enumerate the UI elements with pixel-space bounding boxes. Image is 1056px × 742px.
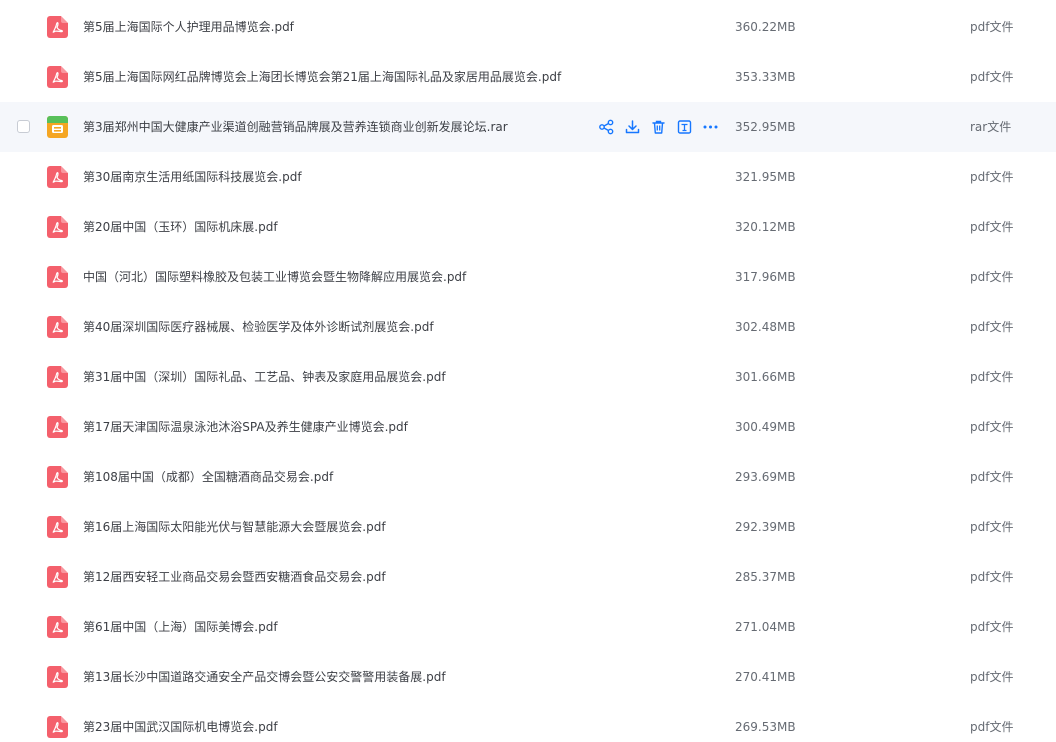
file-type: pdf文件 (970, 520, 1014, 534)
pdf-icon (47, 616, 68, 638)
file-size: 352.95MB (735, 120, 796, 134)
pdf-icon (47, 666, 68, 688)
rar-icon (47, 116, 68, 138)
pdf-icon (47, 466, 68, 488)
file-type: pdf文件 (970, 220, 1014, 234)
pdf-icon (47, 716, 68, 738)
file-list: 第5届上海国际个人护理用品博览会.pdf 360.22MB pdf文件 第5届上海国… (0, 0, 1056, 742)
file-name[interactable]: 第31届中国（深圳）国际礼品、工艺品、钟表及家庭用品展览会.pdf (83, 352, 446, 402)
file-type: rar文件 (970, 120, 1012, 134)
pdf-icon (47, 266, 68, 288)
file-type: pdf文件 (970, 170, 1014, 184)
file-size: 292.39MB (735, 520, 796, 534)
file-row[interactable]: 第5届上海国际网红品牌博览会上海团长博览会第21届上海国际礼品及家居用品展览会.… (0, 52, 1056, 102)
preview-icon[interactable] (676, 119, 693, 135)
file-type: pdf文件 (970, 670, 1014, 684)
file-size: 302.48MB (735, 320, 796, 334)
file-row[interactable]: 第3届郑州中国大健康产业渠道创融营销品牌展及营养连锁商业创新发展论坛.rar 35… (0, 102, 1056, 152)
file-name[interactable]: 第5届上海国际网红品牌博览会上海团长博览会第21届上海国际礼品及家居用品展览会.… (83, 52, 561, 102)
file-size: 293.69MB (735, 470, 796, 484)
file-row[interactable]: 第13届长沙中国道路交通安全产品交博会暨公安交警警用装备展.pdf 270.41M… (0, 652, 1056, 702)
row-checkbox[interactable] (17, 120, 30, 133)
file-size: 320.12MB (735, 220, 796, 234)
pdf-icon (47, 16, 68, 38)
pdf-icon (47, 366, 68, 388)
pdf-icon (47, 216, 68, 238)
file-type: pdf文件 (970, 70, 1014, 84)
pdf-icon (47, 516, 68, 538)
file-name[interactable]: 第16届上海国际太阳能光伏与智慧能源大会暨展览会.pdf (83, 502, 386, 552)
more-icon[interactable] (702, 119, 719, 135)
download-icon[interactable] (624, 119, 641, 135)
file-name[interactable]: 第20届中国（玉环）国际机床展.pdf (83, 202, 278, 252)
file-type: pdf文件 (970, 20, 1014, 34)
file-row[interactable]: 第61届中国（上海）国际美博会.pdf 271.04MB pdf文件 (0, 602, 1056, 652)
file-type: pdf文件 (970, 620, 1014, 634)
file-row[interactable]: 第12届西安轻工业商品交易会暨西安糖酒食品交易会.pdf 285.37MB pdf文… (0, 552, 1056, 602)
pdf-icon (47, 66, 68, 88)
file-size: 353.33MB (735, 70, 796, 84)
file-row[interactable]: 第17届天津国际温泉泳池沐浴SPA及养生健康产业博览会.pdf 300.49MB p… (0, 402, 1056, 452)
file-row[interactable]: 中国（河北）国际塑料橡胶及包装工业博览会暨生物降解应用展览会.pdf 317.96… (0, 252, 1056, 302)
file-name[interactable]: 第108届中国（成都）全国糖酒商品交易会.pdf (83, 452, 333, 502)
file-size: 300.49MB (735, 420, 796, 434)
file-size: 321.95MB (735, 170, 796, 184)
file-name[interactable]: 第12届西安轻工业商品交易会暨西安糖酒食品交易会.pdf (83, 552, 386, 602)
file-row[interactable]: 第20届中国（玉环）国际机床展.pdf 320.12MB pdf文件 (0, 202, 1056, 252)
file-size: 317.96MB (735, 270, 796, 284)
file-row[interactable]: 第5届上海国际个人护理用品博览会.pdf 360.22MB pdf文件 (0, 2, 1056, 52)
row-actions (598, 119, 719, 135)
file-name[interactable]: 第17届天津国际温泉泳池沐浴SPA及养生健康产业博览会.pdf (83, 402, 408, 452)
file-type: pdf文件 (970, 370, 1014, 384)
file-size: 270.41MB (735, 670, 796, 684)
file-name[interactable]: 第40届深圳国际医疗器械展、检验医学及体外诊断试剂展览会.pdf (83, 302, 434, 352)
file-size: 301.66MB (735, 370, 796, 384)
file-row[interactable]: 第16届上海国际太阳能光伏与智慧能源大会暨展览会.pdf 292.39MB pdf文… (0, 502, 1056, 552)
file-type: pdf文件 (970, 420, 1014, 434)
file-type: pdf文件 (970, 570, 1014, 584)
file-row[interactable]: 第23届中国武汉国际机电博览会.pdf 269.53MB pdf文件 (0, 702, 1056, 742)
pdf-icon (47, 566, 68, 588)
file-size: 269.53MB (735, 720, 796, 734)
file-row[interactable]: 第30届南京生活用纸国际科技展览会.pdf 321.95MB pdf文件 (0, 152, 1056, 202)
pdf-icon (47, 316, 68, 338)
file-type: pdf文件 (970, 320, 1014, 334)
file-row[interactable]: 第108届中国（成都）全国糖酒商品交易会.pdf 293.69MB pdf文件 (0, 452, 1056, 502)
share-icon[interactable] (598, 119, 615, 135)
file-size: 285.37MB (735, 570, 796, 584)
file-name[interactable]: 中国（河北）国际塑料橡胶及包装工业博览会暨生物降解应用展览会.pdf (83, 252, 466, 302)
file-size: 271.04MB (735, 620, 796, 634)
pdf-icon (47, 416, 68, 438)
file-type: pdf文件 (970, 720, 1014, 734)
file-name[interactable]: 第23届中国武汉国际机电博览会.pdf (83, 702, 278, 742)
file-name[interactable]: 第3届郑州中国大健康产业渠道创融营销品牌展及营养连锁商业创新发展论坛.rar (83, 102, 508, 152)
file-name[interactable]: 第5届上海国际个人护理用品博览会.pdf (83, 2, 294, 52)
file-type: pdf文件 (970, 470, 1014, 484)
file-row[interactable]: 第31届中国（深圳）国际礼品、工艺品、钟表及家庭用品展览会.pdf 301.66M… (0, 352, 1056, 402)
file-name[interactable]: 第13届长沙中国道路交通安全产品交博会暨公安交警警用装备展.pdf (83, 652, 446, 702)
file-row[interactable]: 第40届深圳国际医疗器械展、检验医学及体外诊断试剂展览会.pdf 302.48MB… (0, 302, 1056, 352)
file-size: 360.22MB (735, 20, 796, 34)
file-type: pdf文件 (970, 270, 1014, 284)
file-name[interactable]: 第61届中国（上海）国际美博会.pdf (83, 602, 278, 652)
pdf-icon (47, 166, 68, 188)
file-name[interactable]: 第30届南京生活用纸国际科技展览会.pdf (83, 152, 302, 202)
delete-icon[interactable] (650, 119, 667, 135)
